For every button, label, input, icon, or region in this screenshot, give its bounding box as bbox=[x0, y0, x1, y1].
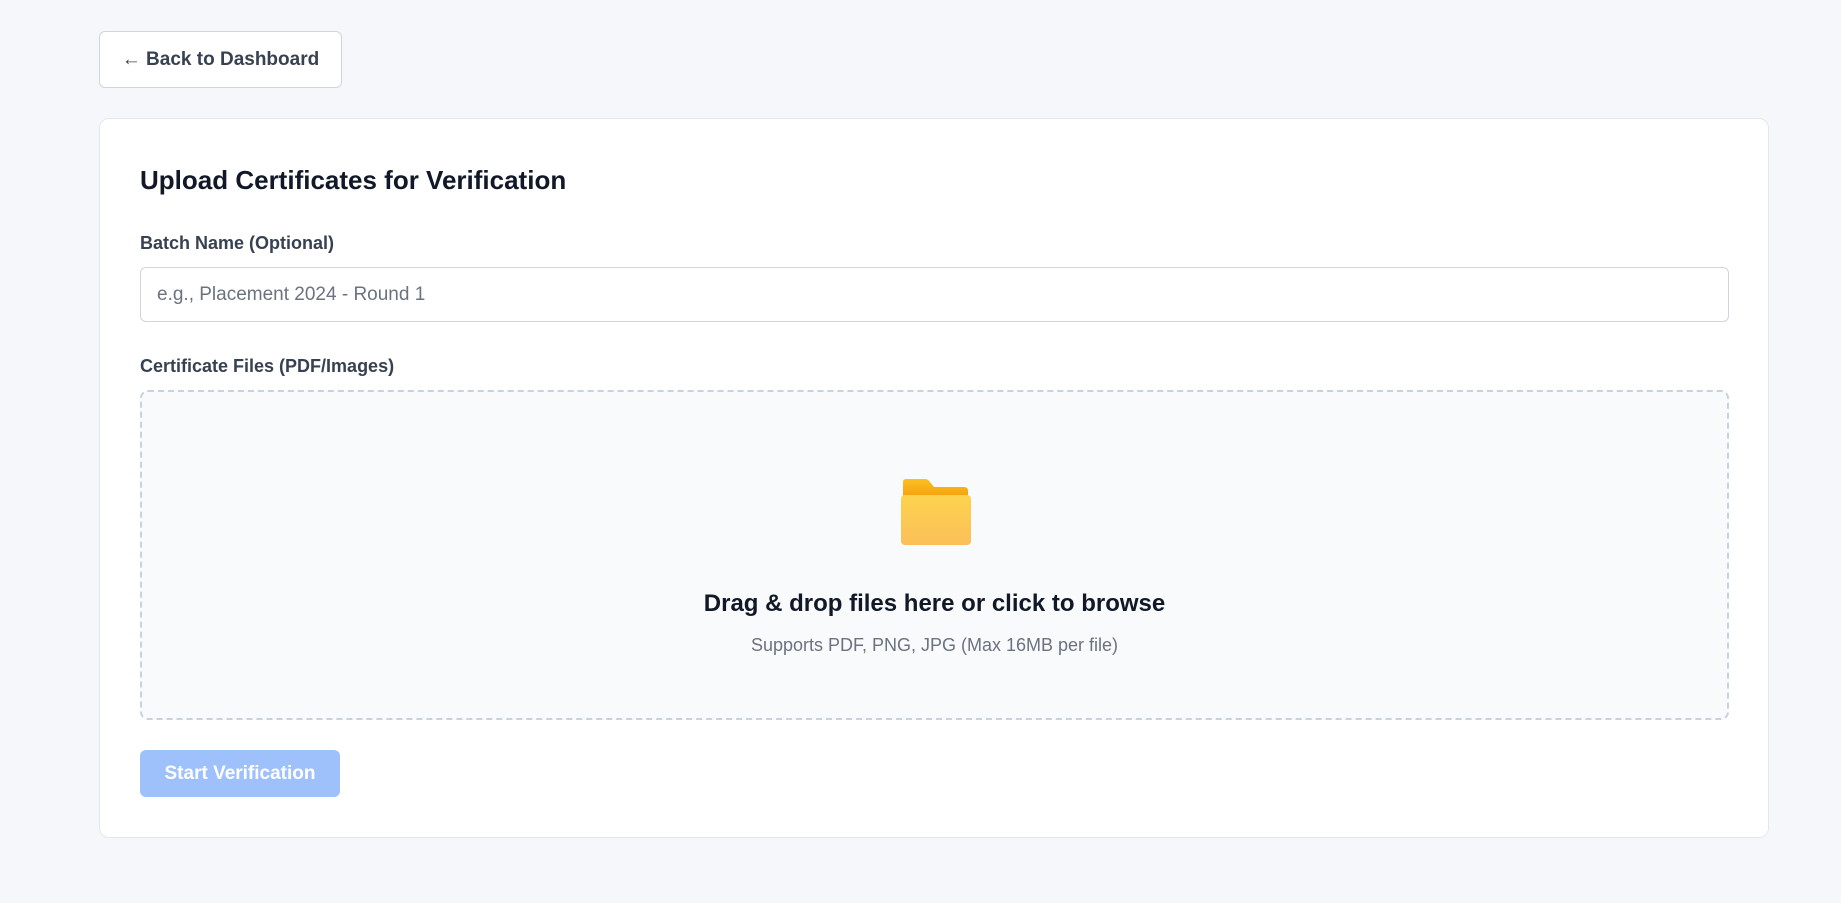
dropzone-title: Drag & drop files here or click to brows… bbox=[703, 590, 1166, 617]
back-to-dashboard-button[interactable]: ← Back to Dashboard bbox=[99, 31, 342, 88]
batch-name-label: Batch Name (Optional) bbox=[140, 233, 335, 253]
file-dropzone[interactable]: Drag & drop files here or click to brows… bbox=[140, 390, 1729, 720]
start-verification-button[interactable]: Start Verification bbox=[140, 750, 340, 797]
dropzone-subtitle: Supports PDF, PNG, JPG (Max 16MB per fil… bbox=[750, 635, 1119, 655]
folder-icon bbox=[901, 479, 971, 545]
page-title: Upload Certificates for Verification bbox=[140, 165, 567, 195]
certificate-files-label: Certificate Files (PDF/Images) bbox=[140, 356, 395, 376]
batch-name-input[interactable] bbox=[140, 267, 1729, 322]
upload-card: Upload Certificates for Verification Bat… bbox=[99, 118, 1769, 838]
